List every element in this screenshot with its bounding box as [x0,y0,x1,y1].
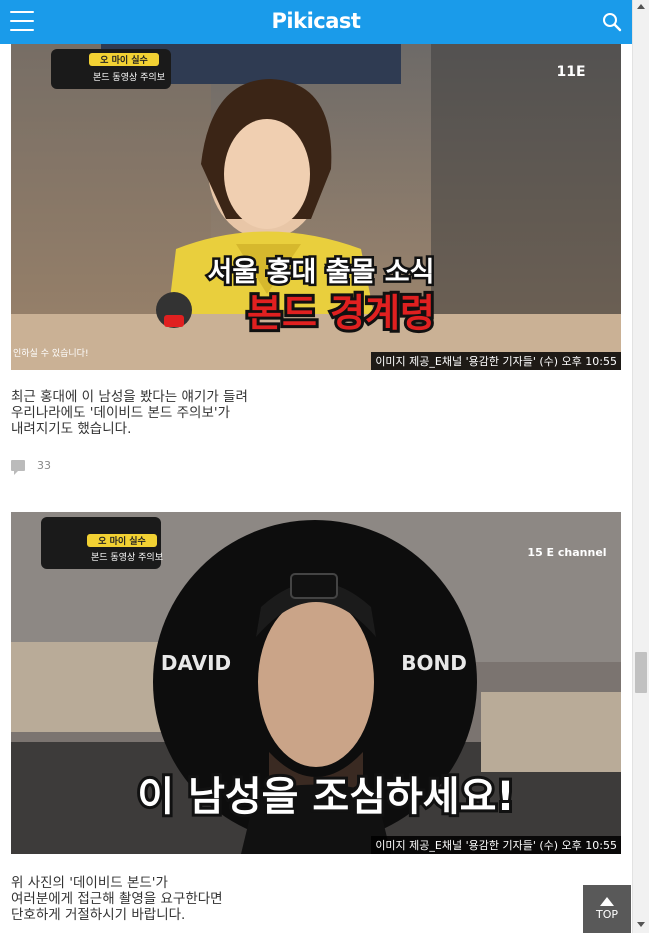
image-title-2: 이 남성을 조심하세요! [137,774,514,820]
svg-text:오 마이 실수: 오 마이 실수 [98,535,146,547]
comment-count: 33 [37,458,51,472]
image-title-line1: 서울 홍대 출몰 소식 [208,257,435,288]
svg-text:인하실 수 있습니다!: 인하실 수 있습니다! [13,347,89,359]
scroll-down-icon[interactable] [637,922,645,927]
comments-link[interactable]: 33 [11,458,621,475]
svg-text:본드 동영상 주의보: 본드 동영상 주의보 [93,72,165,83]
svg-text:15 E channel: 15 E channel [527,546,606,559]
svg-text:오 마이 실수: 오 마이 실수 [100,54,148,66]
app-header: Pikicast [0,0,632,44]
post-image-2[interactable]: DAVID BOND 이 남성을 조심하세요! 오 마이 실수 본드 동영상 주… [11,512,621,854]
image-credit: 이미지 제공_E채널 '용감한 기자들' (수) 오후 10:55 [371,352,621,370]
image-name-left: DAVID [161,651,231,675]
pikicast-logo[interactable]: Pikicast [0,9,632,33]
image-name-right: BOND [401,651,467,675]
post-text-2: 위 사진의 '데이비드 본드'가 여러분에게 접근해 촬영을 요구한다면 단호하… [11,875,223,923]
feed-content: 서울 홍대 출몰 소식 본드 경계령 오 마이 실수 본드 동영상 주의보 11… [0,44,632,923]
image-credit-2: 이미지 제공_E채널 '용감한 기자들' (수) 오후 10:55 [371,836,621,854]
post-text-1: 최근 홍대에 이 남성을 봤다는 얘기가 들려 우리나라에도 '데이비드 본드 … [11,389,248,437]
back-to-top-button[interactable]: TOP [583,885,631,933]
post-image-1[interactable]: 서울 홍대 출몰 소식 본드 경계령 오 마이 실수 본드 동영상 주의보 11… [11,44,621,370]
page-scrollbar[interactable] [632,0,649,933]
comment-icon [11,459,25,475]
search-icon[interactable] [602,12,622,32]
scroll-up-icon[interactable] [637,4,645,9]
image-title-line2: 본드 경계령 [247,291,435,335]
arrow-up-icon [600,897,614,906]
svg-text:11E: 11E [556,64,585,80]
scroll-thumb[interactable] [635,652,647,693]
top-label: TOP [595,908,618,921]
svg-text:본드 동영상 주의보: 본드 동영상 주의보 [91,552,163,563]
